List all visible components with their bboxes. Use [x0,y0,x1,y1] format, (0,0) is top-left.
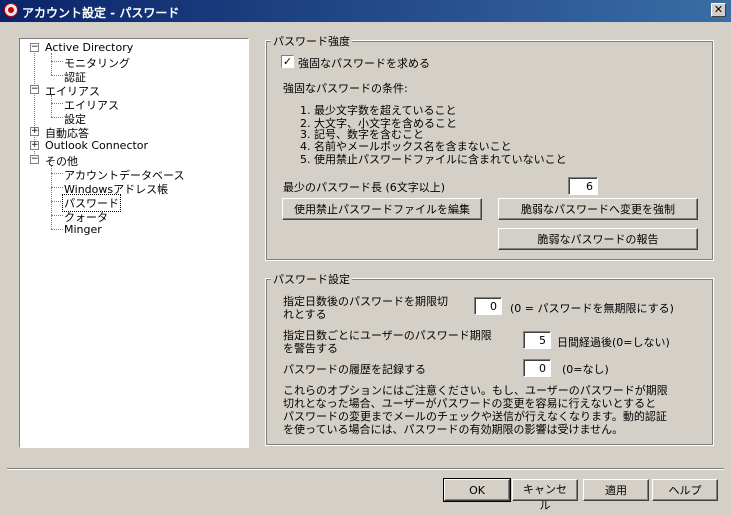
expand-icon[interactable]: + [30,141,39,150]
cancel-button[interactable]: キャンセル [512,479,578,512]
tree-line [51,103,63,104]
collapse-icon[interactable]: − [30,155,39,164]
history-label: パスワードの履歴を記録する [283,363,426,376]
collapse-icon[interactable]: − [30,85,39,94]
title-bar: アカウント設定 - パスワード ✕ [0,0,731,22]
tree-item-outlook-connector[interactable]: Outlook Connector [45,139,148,152]
min-length-label: 最少のパスワード長 (6文字以上) [283,181,446,194]
app-icon [4,3,18,17]
password-settings-group-label: パスワード設定 [271,271,352,287]
history-hint: (0=なし) [562,363,609,376]
warn-days-input[interactable] [523,331,551,349]
edit-banned-file-button[interactable]: 使用禁止パスワードファイルを編集 [282,198,482,220]
require-strong-label[interactable]: 強固なパスワードを求める [298,55,430,71]
tree-item-minger[interactable]: Minger [64,223,102,236]
tree-line [51,215,63,216]
apply-button[interactable]: 適用 [583,479,649,501]
tree-line [51,165,52,229]
tree-line [51,229,63,230]
close-icon[interactable]: ✕ [711,3,726,17]
force-change-weak-button[interactable]: 脆弱なパスワードへ変更を強制 [498,198,698,220]
condition-item: 5. 使用禁止パスワードファイルに含まれていないこと [300,153,567,166]
help-button[interactable]: ヘルプ [652,479,718,501]
tree-line [51,117,63,118]
conditions-heading: 強固なパスワードの条件: [283,82,408,95]
tree-line [51,53,52,75]
footer-separator [7,468,724,470]
tree-line [51,61,63,62]
settings-tree[interactable]: − − + + − Active Directory モニタリング 認証 エイリ… [19,38,249,448]
history-input[interactable] [523,359,551,377]
window-title: アカウント設定 - パスワード [22,6,180,20]
collapse-icon[interactable]: − [30,43,39,52]
min-length-input[interactable] [568,177,598,195]
expire-days-hint: (0 = パスワードを無期限にする) [510,302,674,315]
tree-item-active-directory[interactable]: Active Directory [45,41,133,54]
tree-line [51,187,63,188]
ok-button[interactable]: OK [443,478,511,502]
report-weak-button[interactable]: 脆弱なパスワードの報告 [498,228,698,250]
tree-line [51,75,63,76]
expire-days-label-cont: れとする [283,308,327,321]
tree-line [51,173,63,174]
expand-icon[interactable]: + [30,127,39,136]
expire-days-input[interactable] [474,297,502,315]
require-strong-checkbox[interactable]: ✓ [281,55,294,68]
note-line: を使っている場合には、パスワードの有効期限の影響は受けません。 [283,423,624,436]
warn-days-hint: 日間経過後(0=しない) [557,336,670,349]
password-strength-group-label: パスワード強度 [271,33,352,49]
warn-days-label-cont: を警告する [283,342,338,355]
